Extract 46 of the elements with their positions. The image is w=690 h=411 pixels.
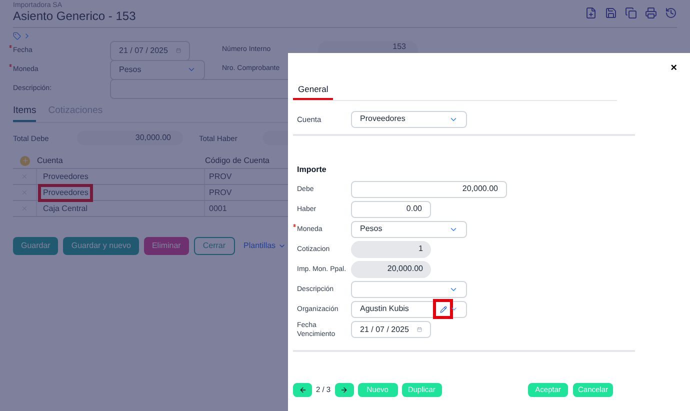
table-cell-text: 0001: [208, 202, 227, 215]
calendar-icon: [416, 325, 422, 334]
tab[interactable]: Items: [13, 104, 36, 122]
select-field[interactable]: [351, 280, 467, 298]
table-cell-text: Caja Central: [42, 202, 88, 215]
readonly-field: 1: [351, 240, 431, 258]
next-button[interactable]: [334, 382, 354, 397]
action-button[interactable]: Guardar: [13, 237, 58, 256]
date-field[interactable]: 21 / 07 / 2025: [110, 40, 190, 60]
calendar-icon: [176, 46, 181, 55]
date-field[interactable]: 21 / 07 / 2025: [351, 321, 431, 338]
history-icon[interactable]: [665, 6, 677, 18]
select-field[interactable]: Proveedores: [351, 110, 467, 128]
close-button[interactable]: ×: [670, 59, 677, 77]
arrow-right-icon: [340, 386, 348, 394]
print-icon[interactable]: [645, 6, 657, 18]
readonly-field: 20,000.00: [351, 260, 431, 278]
column-header: Cuenta: [37, 154, 64, 167]
column-header: Código de Cuenta: [205, 154, 270, 167]
page-title: Asiento Generico - 153: [13, 10, 136, 23]
pencil-icon: [440, 306, 446, 313]
select-field[interactable]: Pesos: [351, 220, 467, 238]
copy-icon[interactable]: [625, 6, 637, 18]
table-cell-text: PROV: [208, 186, 232, 199]
amount-field[interactable]: 0.00: [351, 200, 431, 218]
select-field[interactable]: Agustin Kubis: [351, 300, 467, 318]
arrow-left-icon: [298, 386, 306, 394]
table-cell: Proveedores: [41, 186, 90, 199]
table-cell-text: PROV: [208, 170, 232, 183]
edit-button[interactable]: [436, 302, 450, 316]
table-cell-text: Proveedores: [42, 170, 90, 183]
tag-icon[interactable]: [13, 32, 21, 40]
amount-field[interactable]: 20,000.00: [351, 180, 507, 198]
action-button[interactable]: Guardar y nuevo: [63, 237, 139, 256]
save-icon[interactable]: [605, 6, 617, 18]
previous-button[interactable]: [293, 382, 312, 397]
new-file-icon[interactable]: [585, 6, 597, 18]
tab[interactable]: General: [293, 83, 334, 100]
section-heading: Importe: [296, 164, 328, 176]
plus-icon: [22, 157, 28, 164]
chevron-right-icon[interactable]: [23, 32, 31, 40]
select-field[interactable]: Pesos: [110, 60, 205, 80]
chevron-down-icon: [187, 65, 196, 74]
action-button[interactable]: Cerrar: [194, 237, 235, 256]
total-field: 30,000.00: [77, 131, 183, 146]
action-button[interactable]: Eliminar: [144, 237, 189, 256]
